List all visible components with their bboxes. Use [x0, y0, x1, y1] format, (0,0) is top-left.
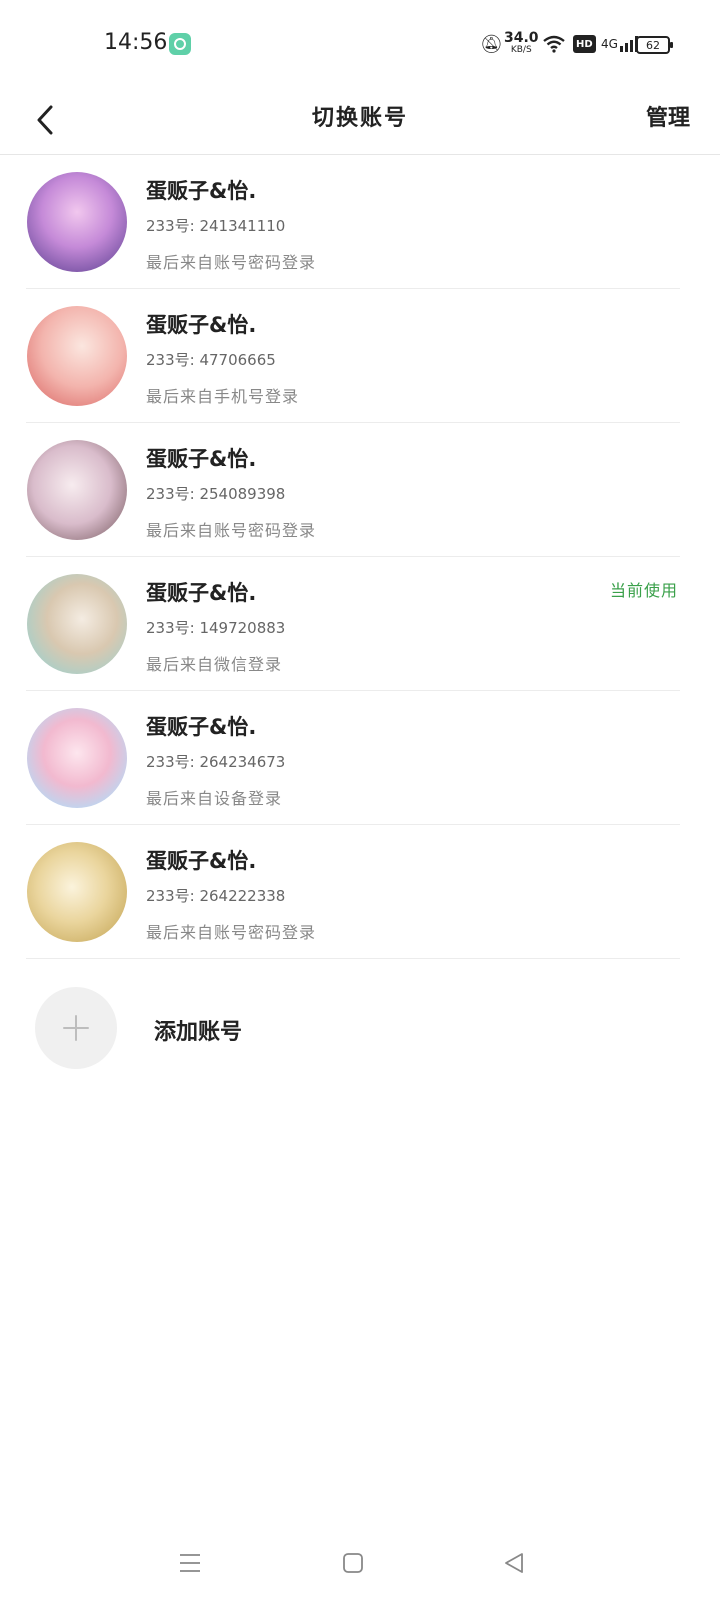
account-name: 蛋贩子&怡.	[146, 715, 257, 739]
battery-icon: 62	[636, 36, 673, 54]
network-speed-value: 34.0	[504, 30, 539, 46]
network-speed-unit: KB/S	[510, 45, 532, 55]
cell-signal-icon: 4G	[601, 30, 640, 58]
avatar	[27, 440, 127, 540]
network-type: 4G	[601, 37, 618, 51]
account-name: 蛋贩子&怡.	[146, 447, 257, 471]
mute-bell-icon: 🔕︎	[480, 33, 503, 55]
status-time: 14:56	[104, 30, 168, 55]
account-name: 蛋贩子&怡.	[146, 581, 257, 605]
plus-icon	[63, 1015, 89, 1041]
account-id: 233号: 47706665	[146, 351, 276, 369]
divider	[26, 958, 680, 959]
current-account-badge: 当前使用	[609, 581, 678, 600]
battery-level: 62	[646, 38, 660, 52]
avatar	[27, 172, 127, 272]
account-list: 蛋贩子&怡. 233号: 241341110 最后来自账号密码登录 蛋贩子&怡.…	[0, 155, 720, 959]
login-method: 最后来自账号密码登录	[146, 521, 317, 540]
back-triangle-icon	[505, 1553, 523, 1573]
menu-nav-button[interactable]	[175, 1548, 205, 1578]
home-square-icon	[343, 1553, 363, 1573]
home-nav-button[interactable]	[338, 1548, 368, 1578]
account-item[interactable]: 蛋贩子&怡. 233号: 264222338 最后来自账号密码登录	[0, 825, 720, 959]
account-id: 233号: 254089398	[146, 485, 286, 503]
avatar	[27, 708, 127, 808]
wifi-icon	[543, 30, 565, 58]
account-id: 233号: 241341110	[146, 217, 286, 235]
add-account-button[interactable]: 添加账号	[0, 962, 720, 1092]
account-item[interactable]: 蛋贩子&怡. 233号: 254089398 最后来自账号密码登录	[0, 423, 720, 557]
login-method: 最后来自设备登录	[146, 789, 283, 808]
account-item-current[interactable]: 蛋贩子&怡. 233号: 149720883 最后来自微信登录 当前使用	[0, 557, 720, 691]
app-notification-icon	[169, 33, 191, 55]
menu-icon	[180, 1554, 200, 1572]
account-name: 蛋贩子&怡.	[146, 313, 257, 337]
manage-button[interactable]: 管理	[646, 100, 690, 132]
account-item[interactable]: 蛋贩子&怡. 233号: 241341110 最后来自账号密码登录	[0, 155, 720, 289]
login-method: 最后来自账号密码登录	[146, 253, 317, 272]
avatar	[27, 574, 127, 674]
status-bar: 14:56 🔕︎ 34.0 KB/S HD 4G 62	[0, 0, 720, 88]
page-title: 切换账号	[311, 106, 408, 131]
hd-icon: HD	[573, 35, 596, 53]
account-item[interactable]: 蛋贩子&怡. 233号: 47706665 最后来自手机号登录	[0, 289, 720, 423]
add-account-circle	[35, 987, 117, 1069]
account-id: 233号: 264234673	[146, 753, 286, 771]
account-id: 233号: 264222338	[146, 887, 286, 905]
login-method: 最后来自账号密码登录	[146, 923, 317, 942]
avatar	[27, 842, 127, 942]
account-id: 233号: 149720883	[146, 619, 286, 637]
login-method: 最后来自手机号登录	[146, 387, 300, 406]
system-nav-bar	[0, 1530, 720, 1600]
login-method: 最后来自微信登录	[146, 655, 283, 674]
avatar	[27, 306, 127, 406]
add-account-label: 添加账号	[154, 1020, 243, 1045]
account-item[interactable]: 蛋贩子&怡. 233号: 264234673 最后来自设备登录	[0, 691, 720, 825]
account-name: 蛋贩子&怡.	[146, 179, 257, 203]
network-speed: 34.0 KB/S	[504, 30, 539, 60]
back-nav-button[interactable]	[499, 1548, 529, 1578]
header-bar: 切换账号 管理	[0, 88, 720, 155]
account-name: 蛋贩子&怡.	[146, 849, 257, 873]
